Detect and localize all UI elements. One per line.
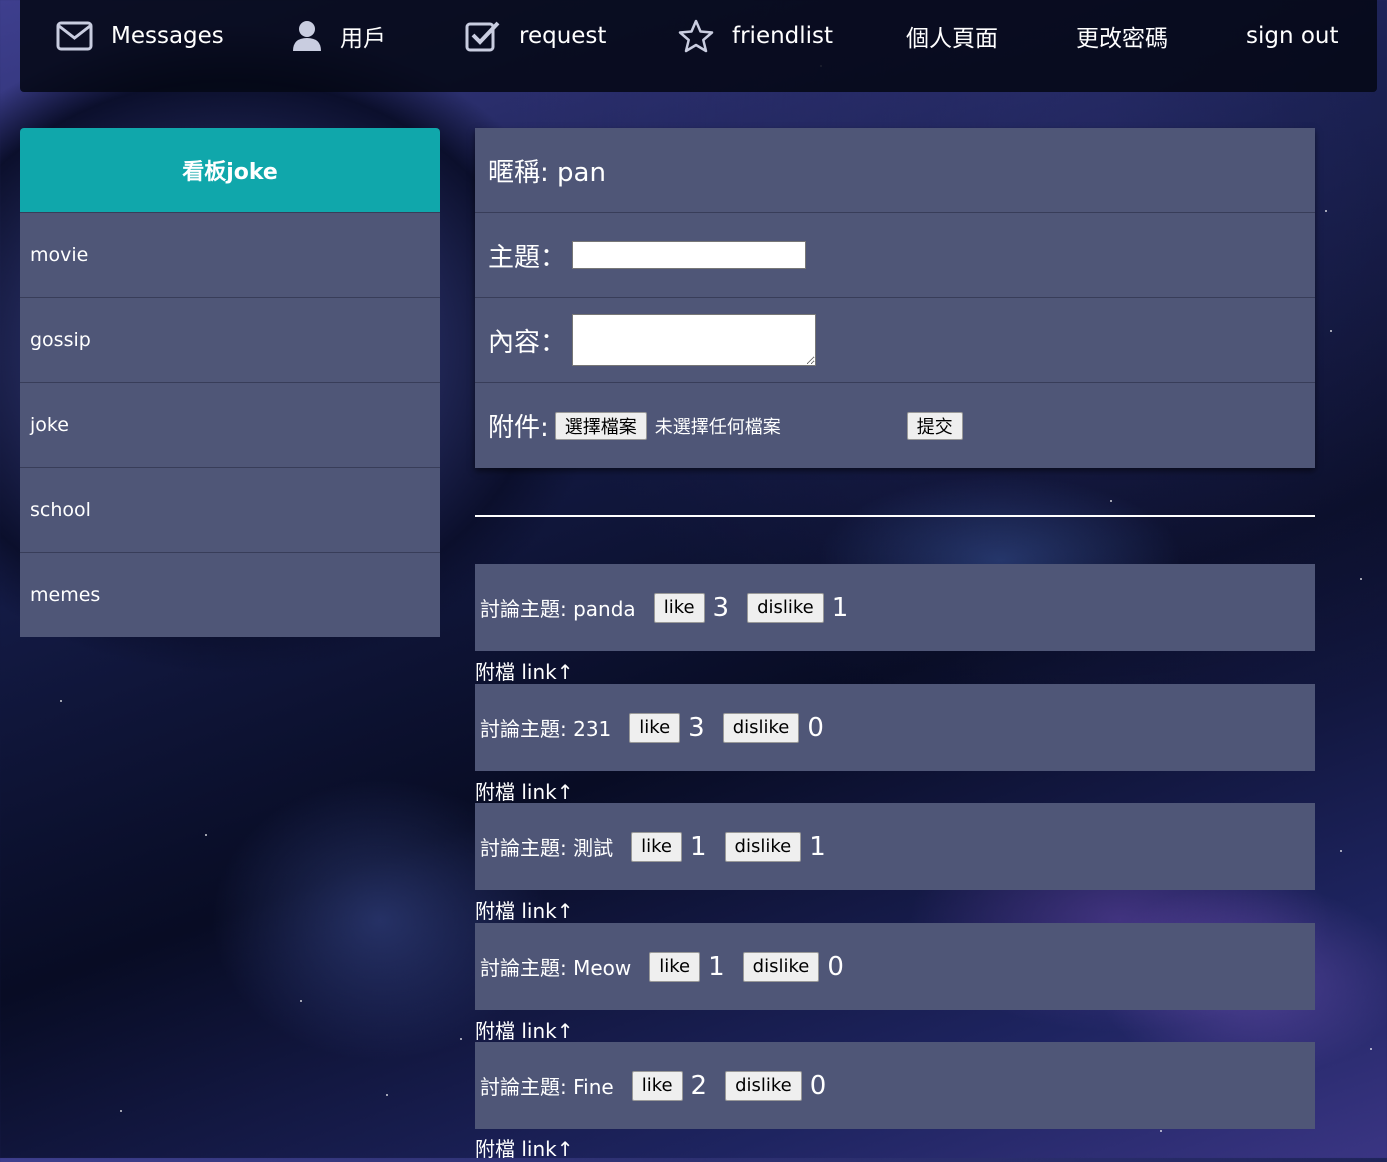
top-navbar: Messages 用戶 request friendlist 個人頁面 更改密碼… bbox=[20, 0, 1377, 92]
topic-input[interactable] bbox=[572, 241, 807, 269]
nav-sign-out[interactable]: sign out bbox=[1246, 0, 1339, 72]
like-count: 3 bbox=[688, 712, 705, 743]
attachment-row: 附件: 選擇檔案 未選擇任何檔案 提交 bbox=[475, 383, 1315, 468]
like-button[interactable]: like bbox=[631, 1070, 683, 1101]
attachment-link[interactable]: 附檔 link↑ bbox=[475, 656, 574, 685]
dislike-count: 0 bbox=[807, 712, 824, 743]
nickname-row: 暱稱: pan bbox=[475, 128, 1315, 213]
nav-request[interactable]: request bbox=[465, 0, 606, 72]
like-count: 3 bbox=[712, 592, 730, 623]
nav-change-password[interactable]: 更改密碼 bbox=[1076, 0, 1168, 72]
section-divider bbox=[475, 515, 1315, 517]
post-topic[interactable]: 討論主題: panda bbox=[480, 593, 636, 622]
attachment-link[interactable]: 附檔 link↑ bbox=[475, 895, 574, 924]
dislike-count: 0 bbox=[809, 1070, 827, 1101]
dislike-button[interactable]: dislike bbox=[742, 951, 820, 982]
post-item: 討論主題: Fine like 2 dislike 0 bbox=[475, 1042, 1315, 1129]
sidebar-item-memes[interactable]: memes bbox=[20, 552, 440, 637]
dislike-count: 1 bbox=[831, 592, 849, 623]
sidebar-item-joke[interactable]: joke bbox=[20, 382, 440, 467]
board-sidebar: 看板joke movie gossip joke school memes bbox=[20, 128, 440, 637]
content-label: 內容： bbox=[488, 327, 567, 358]
like-button[interactable]: like bbox=[629, 712, 681, 743]
dislike-button[interactable]: dislike bbox=[747, 592, 824, 623]
like-count: 2 bbox=[690, 1070, 708, 1101]
post-topic[interactable]: 討論主題: Fine bbox=[480, 1071, 614, 1100]
post-topic[interactable]: 討論主題: 231 bbox=[480, 713, 611, 742]
topic-row: 主題： bbox=[475, 213, 1315, 298]
content-textarea[interactable] bbox=[572, 314, 817, 366]
envelope-icon bbox=[56, 21, 93, 51]
submit-button[interactable]: 提交 bbox=[906, 411, 963, 440]
content-row: 內容： bbox=[475, 298, 1315, 383]
attachment-link[interactable]: 附檔 link↑ bbox=[475, 1015, 574, 1044]
post-item: 討論主題: 測試 like 1 dislike 1 bbox=[475, 803, 1315, 890]
like-button[interactable]: like bbox=[631, 831, 682, 862]
dislike-button[interactable]: dislike bbox=[725, 1070, 802, 1101]
nickname-label: 暱稱: pan bbox=[488, 157, 606, 188]
attachment-label: 附件: bbox=[488, 413, 549, 443]
sidebar-item-school[interactable]: school bbox=[20, 467, 440, 552]
nav-profile[interactable]: 個人頁面 bbox=[906, 0, 998, 72]
post-item: 討論主題: 231 like 3 dislike 0 bbox=[475, 684, 1315, 771]
like-count: 1 bbox=[689, 831, 707, 862]
nav-friendlist[interactable]: friendlist bbox=[678, 0, 833, 72]
nav-sign-out-label: sign out bbox=[1246, 23, 1339, 49]
file-status-text: 未選擇任何檔案 bbox=[654, 416, 781, 438]
nav-profile-label: 個人頁面 bbox=[906, 26, 998, 52]
like-button[interactable]: like bbox=[653, 592, 705, 623]
nav-friendlist-label: friendlist bbox=[732, 23, 834, 49]
user-icon bbox=[293, 21, 321, 51]
dislike-button[interactable]: dislike bbox=[722, 712, 800, 743]
check-square-icon bbox=[465, 21, 500, 52]
topic-label: 主題： bbox=[488, 242, 567, 273]
nav-users-label: 用戶 bbox=[340, 26, 386, 52]
post-item: 討論主題: Meow like 1 dislike 0 bbox=[475, 923, 1315, 1010]
like-button[interactable]: like bbox=[649, 951, 701, 982]
like-count: 1 bbox=[708, 951, 725, 982]
nav-change-password-label: 更改密碼 bbox=[1076, 26, 1168, 52]
post-topic[interactable]: 討論主題: 測試 bbox=[480, 832, 613, 861]
dislike-button[interactable]: dislike bbox=[724, 831, 802, 862]
nav-messages[interactable]: Messages bbox=[56, 0, 224, 72]
post-item: 討論主題: panda like 3 dislike 1 bbox=[475, 564, 1315, 651]
post-topic[interactable]: 討論主題: Meow bbox=[480, 952, 631, 981]
dislike-count: 0 bbox=[827, 951, 844, 982]
choose-file-button[interactable]: 選擇檔案 bbox=[554, 411, 647, 440]
nav-request-label: request bbox=[519, 23, 607, 49]
nav-users[interactable]: 用戶 bbox=[292, 0, 386, 72]
sidebar-title: 看板joke bbox=[20, 128, 440, 212]
sidebar-item-gossip[interactable]: gossip bbox=[20, 297, 440, 382]
dislike-count: 1 bbox=[809, 831, 826, 862]
new-post-form: 暱稱: pan 主題： 內容： 附件: 選擇檔案 未選擇任何檔案 提交 bbox=[475, 128, 1315, 468]
star-icon bbox=[678, 19, 714, 53]
sidebar-item-movie[interactable]: movie bbox=[20, 212, 440, 297]
nav-messages-label: Messages bbox=[111, 23, 224, 49]
attachment-link[interactable]: 附檔 link↑ bbox=[475, 776, 574, 805]
